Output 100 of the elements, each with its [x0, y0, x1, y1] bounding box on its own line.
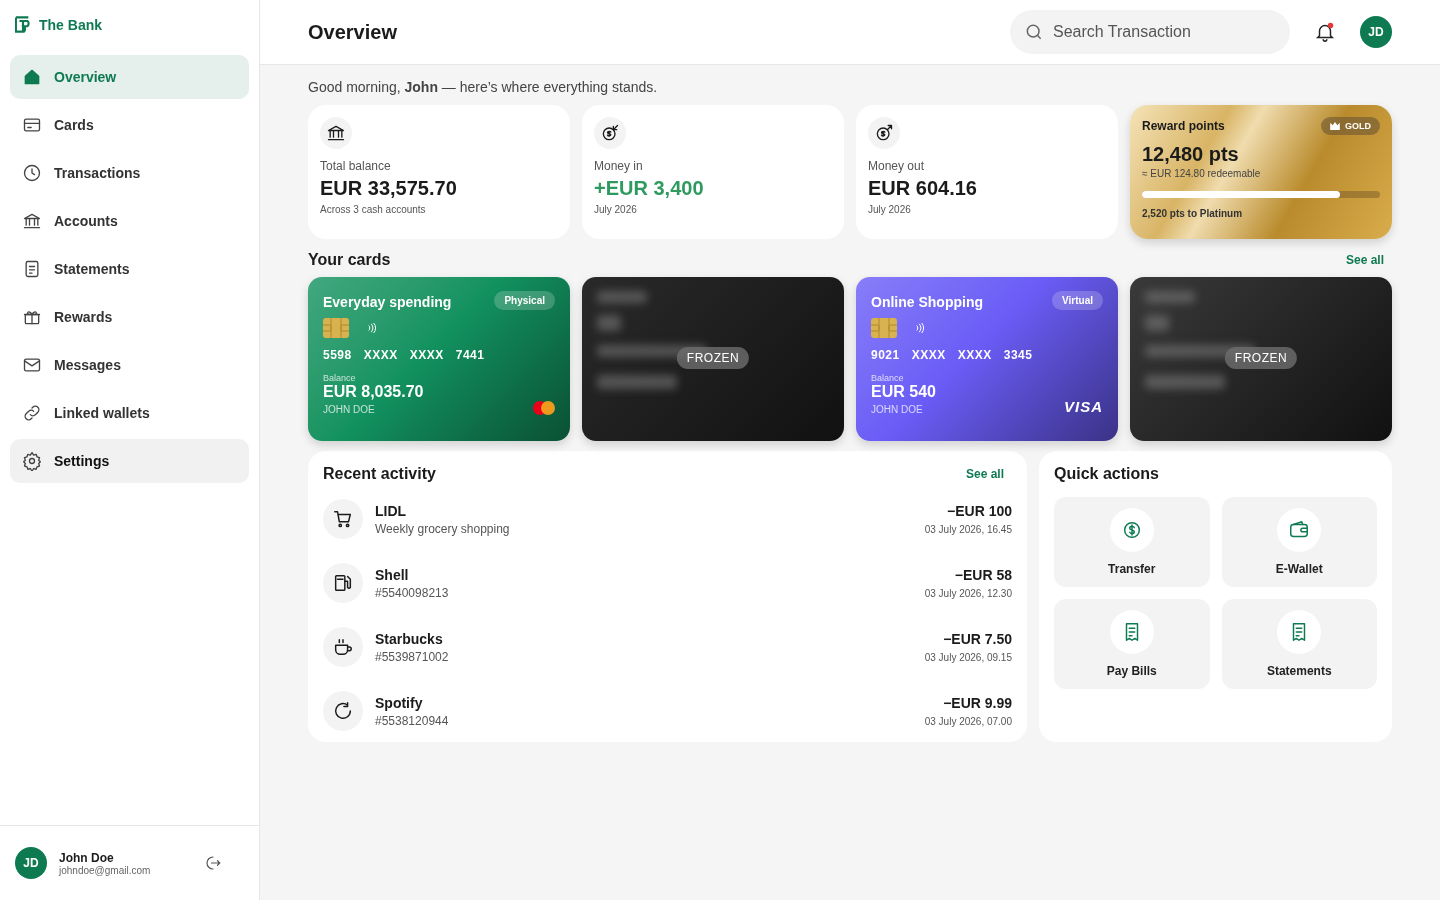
card-name: Online Shopping: [871, 294, 983, 310]
nav-item[interactable]: Linked wallets: [10, 391, 249, 435]
chip-icon: [323, 318, 349, 338]
user-avatar: JD: [15, 847, 47, 879]
card-network-logo-icon: [533, 401, 555, 415]
frozen-card[interactable]: FROZEN: [582, 277, 844, 441]
card-number-group: XXXX: [957, 348, 992, 362]
quick-action-button[interactable]: E-Wallet: [1221, 497, 1377, 587]
transaction-detail: #5539871002: [375, 649, 450, 664]
card-number-group: 5598: [323, 348, 352, 362]
see-all-link[interactable]: See all: [965, 467, 1004, 481]
card-type-badge: Virtual: [1052, 291, 1103, 310]
panel-title: Recent activity: [323, 465, 436, 483]
stat-note: July 2026: [594, 204, 638, 215]
stat-note: Across 3 cash accounts: [320, 204, 427, 215]
fuel-icon: [323, 563, 363, 603]
search-field[interactable]: Search Transaction: [1010, 10, 1290, 54]
card-number-group: 3345: [1003, 348, 1033, 362]
card-name: Everyday spending: [323, 294, 452, 310]
clock-icon: [22, 163, 42, 183]
balance-label: Balance: [871, 373, 905, 383]
nav-item[interactable]: Overview: [10, 55, 249, 99]
merchant-name: Shell: [375, 566, 410, 583]
quick-action-button[interactable]: Pay Bills: [1054, 599, 1210, 689]
stat-value: EUR 604.16: [868, 177, 978, 200]
user-avatar[interactable]: JD: [1360, 16, 1392, 48]
stat-label: Total balance: [320, 159, 392, 173]
chip-icon: [871, 318, 897, 338]
nav-item[interactable]: Rewards: [10, 295, 249, 339]
section-title: Your cards: [308, 251, 391, 269]
merchant-name: Spotify: [375, 694, 424, 711]
panel-title: Quick actions: [1054, 465, 1160, 483]
transaction-amount: −EUR 7.50: [943, 631, 1012, 647]
transaction-date: 03 July 2026, 16.45: [924, 524, 1012, 535]
transaction-detail: Weekly grocery shopping: [375, 521, 511, 536]
quick-action-button[interactable]: Statements: [1221, 599, 1377, 689]
user-email: johndoe@gmail.com: [59, 864, 152, 876]
cup-icon: [323, 627, 363, 667]
frozen-card[interactable]: FROZEN: [1130, 277, 1392, 441]
card-number-group: 9021: [871, 348, 900, 362]
nav-item[interactable]: Settings: [10, 439, 249, 483]
transaction-detail: #5538120944: [375, 713, 450, 728]
card-network-logo: VISA: [1064, 398, 1103, 415]
notification-button[interactable]: [1314, 21, 1336, 43]
stat-label: Money in: [594, 159, 644, 173]
card-type-badge: Physical: [494, 291, 555, 310]
transaction-date: 03 July 2026, 09.15: [924, 652, 1012, 663]
cart-icon: [323, 499, 363, 539]
transaction-amount: −EUR 9.99: [943, 695, 1012, 711]
brand-name: The Bank: [39, 16, 102, 33]
user-name: John Doe: [59, 850, 115, 865]
stat-value: EUR 33,575.70: [320, 177, 458, 200]
transaction-date: 03 July 2026, 12.30: [924, 588, 1012, 599]
nav-item[interactable]: Statements: [10, 247, 249, 291]
page-title: Overview: [308, 20, 398, 44]
merchant-name: LIDL: [375, 502, 408, 519]
settings-icon: [22, 451, 42, 471]
card-balance: EUR 8,035.70: [323, 383, 424, 401]
transaction-date: 03 July 2026, 07.00: [924, 716, 1012, 727]
stat-label: Money out: [868, 159, 926, 173]
contactless-icon: [915, 322, 925, 334]
redeemable-text: ≈ EUR 124.80 redeemable: [1142, 168, 1262, 179]
next-tier-text: 2,520 pts to Platinum: [1142, 208, 1244, 219]
nav-item[interactable]: Messages: [10, 343, 249, 387]
tier-badge: GOLD: [1321, 117, 1380, 135]
rewards-title: Reward points: [1142, 119, 1225, 133]
bank-icon: [22, 211, 42, 231]
transaction-amount: −EUR 58: [954, 567, 1012, 583]
card-number-group: XXXX: [409, 348, 444, 362]
bank-icon: [320, 117, 352, 149]
stat-value: +EUR 3,400: [594, 177, 705, 200]
home-icon: [22, 67, 42, 87]
bank-card[interactable]: Everyday spending Physical 5598 XXXX XXXX 7441 Balance EUR 8,035.70 JOHN DOE: [308, 277, 570, 441]
balance-label: Balance: [323, 373, 357, 383]
reward-points: 12,480 pts: [1142, 143, 1240, 166]
merchant-name: Starbucks: [375, 630, 444, 647]
greeting-text: Good morning, John — here’s where everything stands.: [308, 79, 659, 95]
receipt-icon: [1277, 610, 1322, 654]
logout-icon[interactable]: [204, 854, 222, 872]
refresh-icon: [323, 691, 363, 731]
frozen-badge: FROZEN: [1224, 347, 1298, 369]
nav-item[interactable]: Transactions: [10, 151, 249, 195]
card-number-group: XXXX: [363, 348, 398, 362]
stat-note: July 2026: [868, 204, 912, 215]
transaction-detail: #5540098213: [375, 585, 450, 600]
contactless-icon: [367, 322, 377, 334]
nav-item[interactable]: Cards: [10, 103, 249, 147]
card-holder: JOHN DOE: [323, 404, 376, 415]
card-number-group: XXXX: [911, 348, 946, 362]
quick-action-button[interactable]: Transfer: [1054, 497, 1210, 587]
card-number-group: 7441: [455, 348, 485, 362]
nav-item[interactable]: Accounts: [10, 199, 249, 243]
frozen-badge: FROZEN: [676, 347, 750, 369]
wallet-icon: [1277, 508, 1322, 552]
bank-card[interactable]: Online Shopping Virtual 9021 XXXX XXXX 3345 Balance EUR 540 JOHN DOE VISA: [856, 277, 1118, 441]
card-holder: JOHN DOE: [871, 404, 924, 415]
dollar-icon: [1109, 508, 1154, 552]
see-all-link[interactable]: See all: [1345, 253, 1384, 267]
card-balance: EUR 540: [871, 383, 936, 401]
bank-logo-icon: [15, 15, 31, 34]
